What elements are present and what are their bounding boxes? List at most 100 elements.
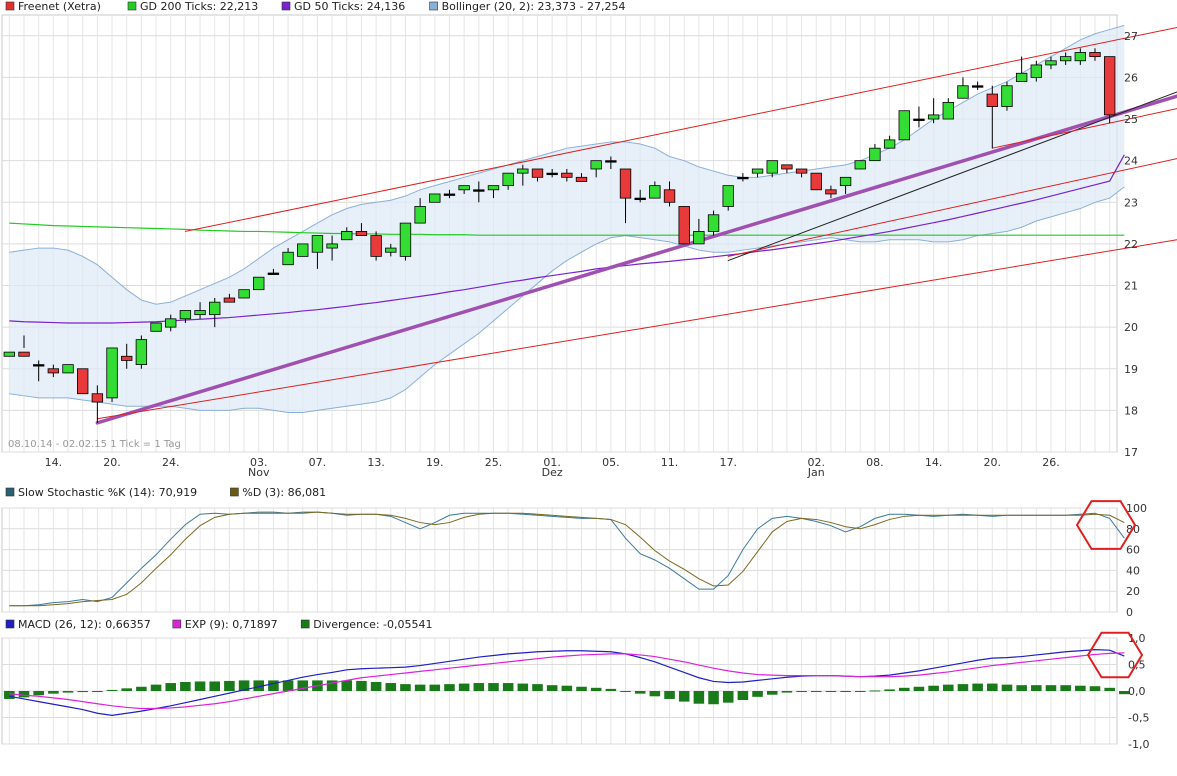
x-tick-label: 17.: [719, 456, 737, 469]
legend-label: GD 50 Ticks: 24,136: [294, 0, 405, 13]
divergence-bar: [987, 683, 998, 691]
divergence-bar: [943, 684, 954, 691]
candle-body: [106, 347, 118, 399]
candle-body: [121, 355, 133, 361]
candle-body: [1045, 60, 1057, 66]
candle-body: [707, 214, 720, 232]
divergence-bar: [1045, 685, 1057, 691]
candle-body: [253, 276, 265, 291]
legend-swatch: [230, 487, 239, 497]
candle-body: [619, 168, 632, 199]
candle-body: [781, 164, 793, 170]
x-tick-label: 26.: [1042, 456, 1060, 469]
candle-body: [766, 160, 778, 174]
divergence-bar: [781, 691, 793, 693]
divergence-bar: [869, 690, 881, 692]
candle-body: [282, 251, 294, 266]
divergence-bar: [517, 683, 529, 691]
divergence-bar: [634, 691, 646, 694]
divergence-bar: [722, 691, 734, 703]
macd-y-tick-label: -1,0: [1128, 738, 1149, 751]
divergence-bar: [1031, 685, 1042, 691]
candle-body: [634, 197, 646, 201]
candle-body: [47, 368, 60, 374]
legend-label: Freenet (Xetra): [18, 0, 101, 13]
divergence-bar: [1060, 685, 1071, 691]
candle-body: [91, 393, 104, 403]
x-tick-month-label: Dez: [542, 466, 563, 479]
candle-body: [986, 93, 998, 107]
divergence-bar: [106, 689, 118, 691]
candle-body: [825, 189, 837, 195]
candle-body: [443, 193, 456, 196]
divergence-bar: [502, 683, 514, 691]
divergence-bar: [18, 691, 30, 698]
legend-label: %D (3): 86,081: [242, 486, 326, 499]
divergence-bar: [121, 688, 132, 691]
candle-body: [942, 102, 954, 120]
divergence-bar: [532, 684, 543, 691]
price-y-tick-label: 22: [1124, 238, 1138, 251]
divergence-bar: [282, 680, 294, 691]
price-y-tick-label: 27: [1124, 30, 1138, 43]
candle-body: [1103, 56, 1116, 116]
date-range-note: 08.10.14 - 02.02.15 1 Tick = 1 Tag: [8, 439, 181, 450]
candle-body: [605, 160, 617, 163]
divergence-bar: [664, 691, 675, 699]
divergence-bar: [737, 691, 749, 701]
candle-body: [927, 114, 940, 120]
divergence-bar: [1016, 685, 1027, 691]
candle-body: [1059, 56, 1072, 62]
macd-y-tick-label: 1,0: [1128, 632, 1146, 645]
divergence-bar: [590, 687, 602, 691]
legend-swatch: [5, 619, 15, 629]
candle-body: [678, 206, 690, 245]
candle-body: [693, 231, 705, 245]
divergence-bar: [385, 683, 397, 691]
legend-swatch: [172, 619, 182, 629]
candle-body: [839, 176, 852, 187]
legend-swatch: [127, 1, 137, 11]
candle-body: [135, 339, 148, 365]
divergence-bar: [546, 685, 558, 691]
stoch-y-tick-label: 20: [1126, 585, 1140, 598]
candle-body: [414, 206, 426, 224]
divergence-bar: [957, 684, 969, 691]
legend-label: MACD (26, 12): 0,66357: [18, 618, 151, 631]
legend-label: Slow Stochastic %K (14): 70,919: [18, 486, 197, 499]
price-y-tick-label: 26: [1124, 71, 1138, 84]
price-y-tick-label: 24: [1124, 155, 1138, 168]
x-tick-label: 19.: [426, 456, 444, 469]
candle-body: [663, 189, 676, 203]
x-tick-label: 13.: [367, 456, 385, 469]
candle-body: [722, 185, 734, 207]
candle-body: [913, 118, 925, 121]
macd-y-tick-label: -0,5: [1128, 712, 1149, 725]
divergence-bar: [1001, 684, 1013, 691]
divergence-bar: [92, 691, 103, 692]
candle-body: [517, 168, 529, 174]
candle-body: [370, 235, 382, 257]
x-tick-label: 11.: [661, 456, 679, 469]
divergence-bar: [458, 683, 470, 691]
price-y-tick-label: 19: [1124, 363, 1138, 376]
divergence-bar: [4, 691, 15, 699]
divergence-bar: [825, 691, 837, 692]
divergence-bar: [62, 691, 74, 693]
divergence-bar: [268, 680, 279, 691]
divergence-bar: [898, 687, 910, 691]
chart-svg: 171819202122232425262714. 20. 24. 03.Nov07.…: [0, 0, 1177, 772]
candle-body: [238, 289, 250, 299]
divergence-bar: [649, 691, 661, 697]
divergence-bar: [209, 681, 221, 691]
divergence-bar: [576, 686, 587, 691]
candle-body: [561, 172, 573, 178]
divergence-bar: [708, 691, 719, 705]
candle-body: [795, 168, 808, 174]
candle-body: [311, 235, 324, 253]
candle-body: [194, 310, 206, 316]
price-y-tick-label: 21: [1124, 280, 1138, 293]
candle-body: [429, 193, 441, 203]
candle-body: [165, 318, 177, 328]
candle-body: [971, 85, 984, 88]
